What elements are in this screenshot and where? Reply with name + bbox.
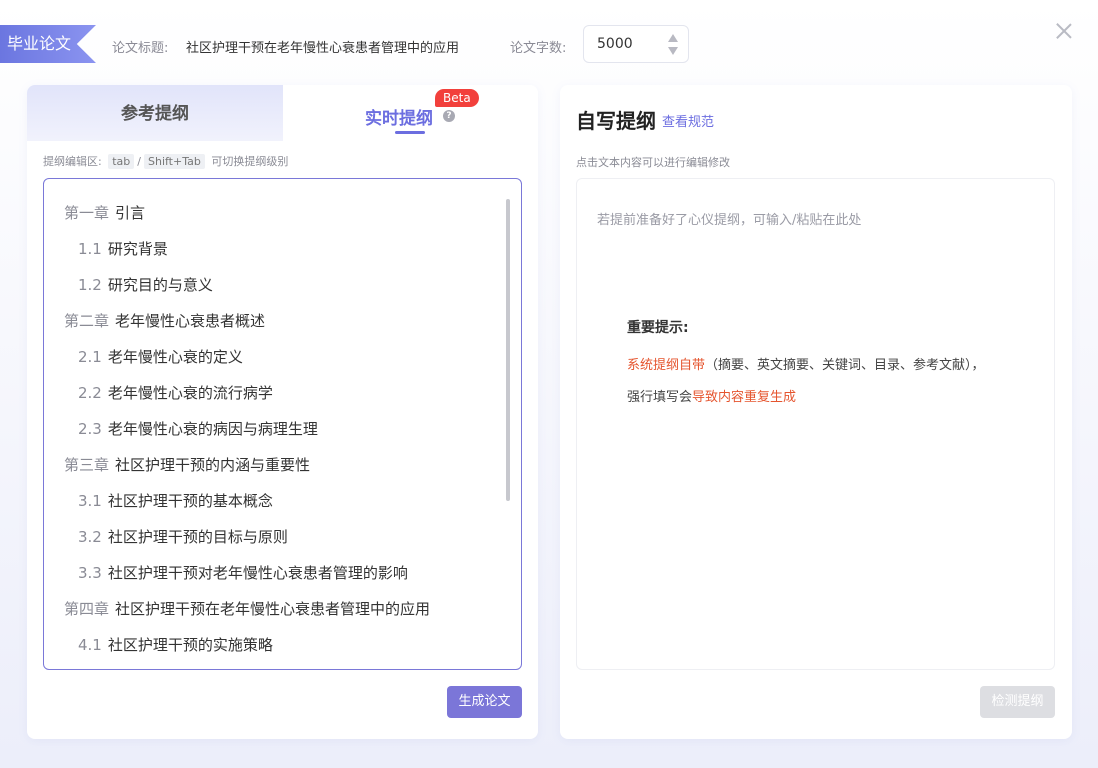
outline-text: 社区护理干预在老年慢性心衰患者管理中的应用	[115, 600, 431, 618]
outline-number: 第二章	[64, 312, 110, 330]
key-separator: /	[137, 155, 141, 168]
outline-number: 3.2	[78, 528, 102, 546]
outline-chapter[interactable]: 第二章 老年慢性心衰患者概述	[44, 303, 504, 339]
hint-suffix: 可切换提纲级别	[211, 155, 289, 168]
notice-text-2: 强行填写会	[627, 390, 693, 405]
outline-number: 第一章	[64, 204, 110, 222]
outline-chapter[interactable]: 第一章 引言	[44, 195, 504, 231]
title-value: 社区护理干预在老年慢性心衰患者管理中的应用	[186, 41, 460, 56]
outline-text: 老年慢性心衰的流行病学	[107, 384, 273, 402]
outline-list: 第一章 引言 1.1 研究背景 1.2 研究目的与意义第二章 老年慢性心衰患者概述 2.1 老年…	[44, 195, 504, 663]
textarea-placeholder: 若提前准备好了心仪提纲，可输入/粘贴在此处	[597, 213, 862, 228]
tab-live-label: 实时提纲	[365, 109, 433, 129]
notice-title: 重要提示:	[627, 320, 689, 336]
outline-text: 引言	[115, 204, 146, 222]
custom-outline-title: 自写提纲	[576, 109, 656, 133]
help-icon[interactable]: ?	[443, 110, 455, 122]
outline-text: 研究目的与意义	[107, 276, 213, 294]
outline-text: 社区护理干预的基本概念	[107, 492, 273, 510]
outline-section[interactable]: 4.1 社区护理干预的实施策略	[44, 627, 504, 663]
word-count-input[interactable]: 5000	[583, 25, 689, 63]
outline-text: 社区护理干预的目标与原则	[107, 528, 288, 546]
outline-editor[interactable]: 第一章 引言 1.1 研究背景 1.2 研究目的与意义第二章 老年慢性心衰患者概述 2.1 老年…	[43, 178, 522, 670]
outline-number: 2.2	[78, 384, 102, 402]
title-label: 论文标题:	[112, 41, 169, 56]
outline-number: 3.1	[78, 492, 102, 510]
beta-badge: Beta	[435, 89, 479, 107]
outline-number: 4.1	[78, 636, 102, 654]
hint-prefix: 提纲编辑区:	[43, 155, 102, 168]
outline-section[interactable]: 3.2 社区护理干预的目标与原则	[44, 519, 504, 555]
notice-line-1: 系统提纲自带（摘要、英文摘要、关键词、目录、参考文献），	[627, 354, 985, 373]
outline-number: 第四章	[64, 600, 110, 618]
word-count-label: 论文字数:	[510, 41, 567, 56]
outline-number: 1.1	[78, 240, 102, 258]
outline-number: 3.3	[78, 564, 102, 582]
notice-highlight-2: 导致内容重复生成	[692, 390, 797, 405]
outline-text: 社区护理干预的内涵与重要性	[115, 456, 311, 474]
view-spec-link[interactable]: 查看规范	[662, 111, 714, 130]
notice-highlight-1: 系统提纲自带	[627, 358, 706, 373]
outline-section[interactable]: 1.1 研究背景	[44, 231, 504, 267]
outline-section[interactable]: 1.2 研究目的与意义	[44, 267, 504, 303]
outline-text: 老年慢性心衰的病因与病理生理	[107, 420, 318, 438]
outline-dialog: 毕业论文 论文标题: 社区护理干预在老年慢性心衰患者管理中的应用 论文字数: 5…	[0, 0, 1098, 768]
shift-tab-key: Shift+Tab	[143, 154, 205, 169]
outline-section[interactable]: 2.3 老年慢性心衰的病因与病理生理	[44, 411, 504, 447]
outline-number: 1.2	[78, 276, 102, 294]
decrement-arrow-icon[interactable]	[668, 47, 678, 55]
outline-number: 第三章	[64, 456, 110, 474]
custom-outline-textarea[interactable]: 若提前准备好了心仪提纲，可输入/粘贴在此处 重要提示: 系统提纲自带（摘要、英文…	[576, 178, 1055, 670]
outline-section[interactable]: 3.1 社区护理干预的基本概念	[44, 483, 504, 519]
custom-outline-hint: 点击文本内容可以进行编辑修改	[576, 156, 730, 169]
custom-outline-panel: 自写提纲 查看规范 点击文本内容可以进行编辑修改 若提前准备好了心仪提纲，可输入…	[560, 85, 1072, 739]
notice-line-2: 强行填写会导致内容重复生成	[627, 386, 796, 405]
close-icon[interactable]	[1055, 22, 1073, 40]
outline-section[interactable]: 2.2 老年慢性心衰的流行病学	[44, 375, 504, 411]
outline-tabs: 参考提纲 实时提纲 ? Beta	[27, 85, 538, 141]
check-outline-button[interactable]: 检测提纲	[980, 686, 1055, 718]
notice-text-1: （摘要、英文摘要、关键词、目录、参考文献），	[705, 358, 985, 373]
outline-text: 社区护理干预对老年慢性心衰患者管理的影响	[107, 564, 408, 582]
outline-scrollbar[interactable]	[506, 199, 510, 501]
outline-number: 2.3	[78, 420, 102, 438]
active-tab-indicator	[395, 131, 425, 134]
outline-text: 老年慢性心衰患者概述	[115, 312, 266, 330]
outline-number: 2.1	[78, 348, 102, 366]
thesis-type-tag: 毕业论文	[0, 25, 96, 63]
outline-chapter[interactable]: 第四章 社区护理干预在老年慢性心衰患者管理中的应用	[44, 591, 504, 627]
outline-section[interactable]: 2.1 老年慢性心衰的定义	[44, 339, 504, 375]
outline-editor-panel: 参考提纲 实时提纲 ? Beta 提纲编辑区: tab / Shift+Tab 可切…	[27, 85, 538, 739]
generate-paper-button[interactable]: 生成论文	[447, 686, 522, 718]
outline-text: 老年慢性心衰的定义	[107, 348, 243, 366]
increment-arrow-icon[interactable]	[668, 34, 678, 42]
outline-section[interactable]: 3.3 社区护理干预对老年慢性心衰患者管理的影响	[44, 555, 504, 591]
outline-text: 研究背景	[107, 240, 168, 258]
outline-chapter[interactable]: 第三章 社区护理干预的内涵与重要性	[44, 447, 504, 483]
editor-hint: 提纲编辑区: tab / Shift+Tab 可切换提纲级别	[43, 153, 288, 169]
outline-text: 社区护理干预的实施策略	[107, 636, 273, 654]
tab-live-outline[interactable]: 实时提纲 ? Beta	[283, 85, 538, 141]
tab-reference-outline[interactable]: 参考提纲	[27, 85, 283, 141]
word-count-value: 5000	[597, 36, 633, 52]
tab-key: tab	[108, 154, 135, 169]
